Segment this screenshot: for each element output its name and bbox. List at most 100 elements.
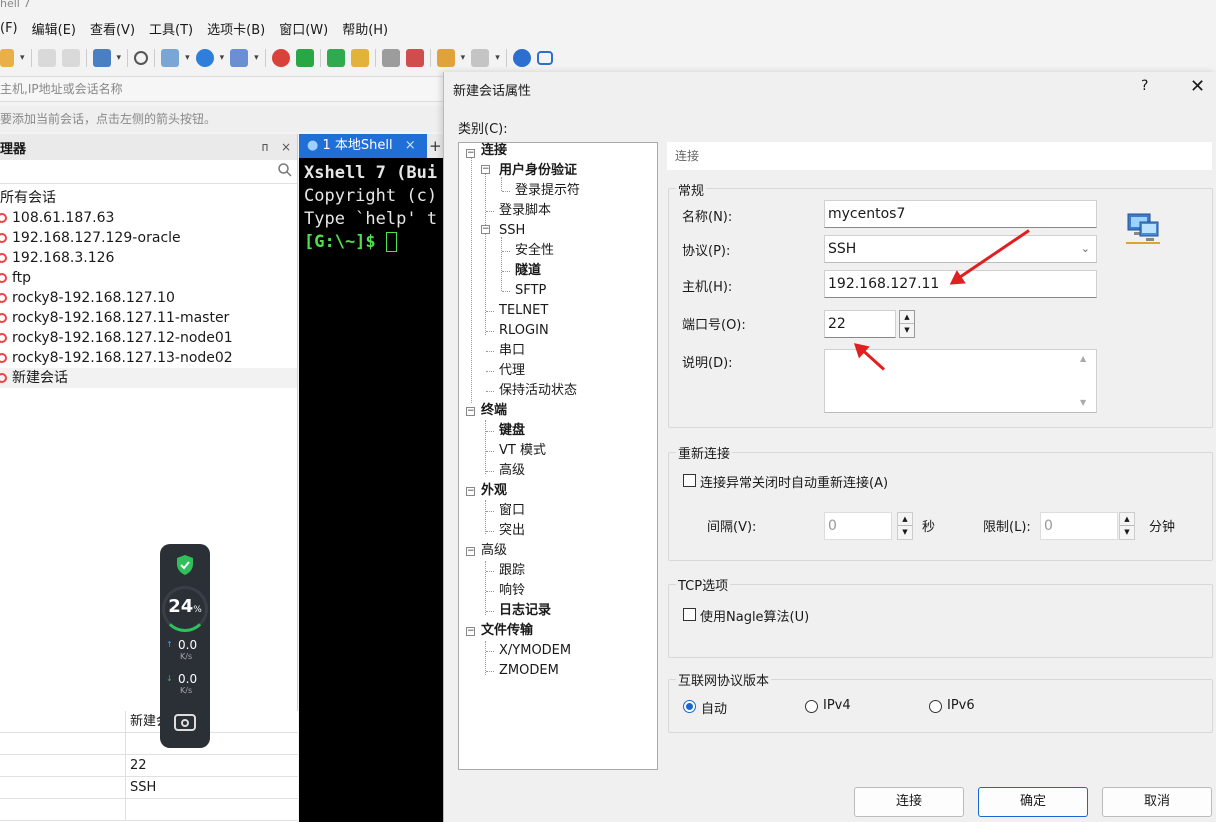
xftp-icon[interactable] xyxy=(271,49,290,67)
tree-node-connection[interactable]: 连接 xyxy=(481,141,507,161)
stepper-up-icon[interactable]: ▲ xyxy=(898,513,912,526)
keyboard-icon[interactable] xyxy=(381,49,400,67)
open-folder-icon[interactable] xyxy=(0,49,14,67)
stepper-down-icon[interactable]: ▼ xyxy=(1120,526,1134,539)
tree-node-security[interactable]: 安全性 xyxy=(515,241,554,261)
tree-node-logging[interactable]: 日志记录 xyxy=(499,601,551,621)
tree-node-appearance[interactable]: 外观 xyxy=(481,481,507,501)
properties-icon[interactable] xyxy=(92,49,111,67)
close-button[interactable]: ✕ xyxy=(1190,76,1205,97)
session-item[interactable]: ftp xyxy=(0,268,297,288)
menu-edit[interactable]: 编辑(E) xyxy=(32,19,76,38)
menu-file[interactable]: (F) xyxy=(0,21,18,36)
session-item[interactable]: rocky8-192.168.127.13-node02 xyxy=(0,348,297,368)
tree-node-rlogin[interactable]: RLOGIN xyxy=(499,321,549,341)
session-item[interactable]: rocky8-192.168.127.12-node01 xyxy=(0,328,297,348)
menu-tabs[interactable]: 选项卡(B) xyxy=(207,19,265,38)
tree-node-proxy[interactable]: 代理 xyxy=(499,361,525,381)
close-icon[interactable]: × xyxy=(405,138,416,153)
session-search-input[interactable] xyxy=(0,160,297,184)
tree-node-login-prompt[interactable]: 登录提示符 xyxy=(515,181,580,201)
font-icon[interactable] xyxy=(230,49,249,67)
chevron-down-icon[interactable]: ▾ xyxy=(461,53,466,63)
ip-auto-radio[interactable] xyxy=(683,700,696,713)
transfer-icon[interactable] xyxy=(161,49,180,67)
chat-icon[interactable] xyxy=(536,51,553,65)
interval-field[interactable]: 0 xyxy=(824,512,892,540)
tree-node-serial[interactable]: 串口 xyxy=(499,341,525,361)
tree-node-vt-mode[interactable]: VT 模式 xyxy=(499,441,546,461)
help-button[interactable]: ? xyxy=(1141,78,1148,94)
chevron-down-icon[interactable]: ▾ xyxy=(185,53,190,63)
tree-node-sftp[interactable]: SFTP xyxy=(515,281,546,301)
nagle-checkbox[interactable] xyxy=(683,608,696,621)
session-item[interactable]: rocky8-192.168.127.10 xyxy=(0,288,297,308)
tree-node-bell[interactable]: 响铃 xyxy=(499,581,525,601)
search-icon[interactable] xyxy=(134,51,149,65)
cancel-button[interactable]: 取消 xyxy=(1102,787,1212,817)
session-item-selected[interactable]: 新建会话 xyxy=(0,368,297,388)
ipv6-radio[interactable] xyxy=(929,700,942,713)
tree-node-highlight[interactable]: 突出 xyxy=(499,521,525,541)
stepper-up-icon[interactable]: ▲ xyxy=(1120,513,1134,526)
chevron-down-icon[interactable]: ▾ xyxy=(220,53,225,63)
scroll-up-icon[interactable]: ▲ xyxy=(1080,354,1086,363)
session-item[interactable]: 108.61.187.63 xyxy=(0,208,297,228)
menu-tools[interactable]: 工具(T) xyxy=(149,19,193,38)
tree-node-trace[interactable]: 跟踪 xyxy=(499,561,525,581)
pin-icon[interactable]: ᴨ xyxy=(262,140,269,154)
chevron-down-icon[interactable]: ▾ xyxy=(495,53,500,63)
tree-node-ssh[interactable]: SSH xyxy=(499,221,525,241)
help-icon[interactable] xyxy=(512,49,531,67)
port-stepper[interactable]: ▲ ▼ xyxy=(899,310,915,338)
tree-node-zmodem[interactable]: ZMODEM xyxy=(499,661,559,681)
menu-window[interactable]: 窗口(W) xyxy=(279,19,328,38)
tree-node-file-transfer[interactable]: 文件传输 xyxy=(481,621,533,641)
interval-stepper[interactable]: ▲ ▼ xyxy=(897,512,913,540)
layout-icon[interactable] xyxy=(471,49,490,67)
stepper-down-icon[interactable]: ▼ xyxy=(898,526,912,539)
compose-icon[interactable] xyxy=(436,49,455,67)
chevron-down-icon[interactable]: ▾ xyxy=(117,53,122,63)
fullscreen-icon[interactable] xyxy=(326,49,345,67)
system-monitor-widget[interactable]: 24% ↑ 0.0 K/s ↓ 0.0 K/s xyxy=(160,544,210,748)
tab-local-shell[interactable]: ● 1 本地Shell × xyxy=(299,134,427,158)
session-item[interactable]: rocky8-192.168.127.11-master xyxy=(0,308,297,328)
tree-node-terminal-advanced[interactable]: 高级 xyxy=(499,461,525,481)
camera-icon[interactable] xyxy=(174,714,196,731)
stepper-up-icon[interactable]: ▲ xyxy=(900,311,914,324)
highlight-icon[interactable] xyxy=(405,49,424,67)
terminal[interactable]: Xshell 7 (Bui Copyright (c) Type `help' t [… xyxy=(299,158,445,822)
paste-icon[interactable] xyxy=(61,49,80,67)
xmanager-icon[interactable] xyxy=(295,49,314,67)
chevron-down-icon[interactable]: ▾ xyxy=(20,53,25,63)
protocol-select[interactable]: SSH ⌄ xyxy=(824,235,1097,263)
menu-view[interactable]: 查看(V) xyxy=(90,19,135,38)
copy-icon[interactable] xyxy=(37,49,56,67)
tree-node-tunnel[interactable]: 隧道 xyxy=(515,261,541,281)
tree-node-advanced[interactable]: 高级 xyxy=(481,541,507,561)
search-icon[interactable] xyxy=(277,162,293,178)
tree-node-terminal[interactable]: 终端 xyxy=(481,401,507,421)
stepper-down-icon[interactable]: ▼ xyxy=(900,324,914,337)
tree-node-login-script[interactable]: 登录脚本 xyxy=(499,201,551,221)
menu-help[interactable]: 帮助(H) xyxy=(342,19,388,38)
globe-icon[interactable] xyxy=(195,49,214,67)
session-item[interactable]: 192.168.3.126 xyxy=(0,248,297,268)
limit-stepper[interactable]: ▲ ▼ xyxy=(1119,512,1135,540)
description-field[interactable] xyxy=(824,349,1097,413)
lock-icon[interactable] xyxy=(350,49,369,67)
tree-node-window[interactable]: 窗口 xyxy=(499,501,525,521)
port-field[interactable]: 22 xyxy=(824,310,896,338)
ipv4-radio[interactable] xyxy=(805,700,818,713)
tree-node-xymodem[interactable]: X/YMODEM xyxy=(499,641,571,661)
name-field[interactable]: mycentos7 xyxy=(824,200,1097,228)
close-icon[interactable]: × xyxy=(281,140,291,154)
tree-node-telnet[interactable]: TELNET xyxy=(499,301,548,321)
address-input[interactable]: 主机,IP地址或会话名称 xyxy=(0,76,445,102)
session-root[interactable]: 所有会话 xyxy=(0,188,297,208)
limit-field[interactable]: 0 xyxy=(1040,512,1118,540)
scroll-down-icon[interactable]: ▼ xyxy=(1080,398,1086,407)
auto-reconnect-checkbox[interactable] xyxy=(683,474,696,487)
chevron-down-icon[interactable]: ▾ xyxy=(254,53,259,63)
